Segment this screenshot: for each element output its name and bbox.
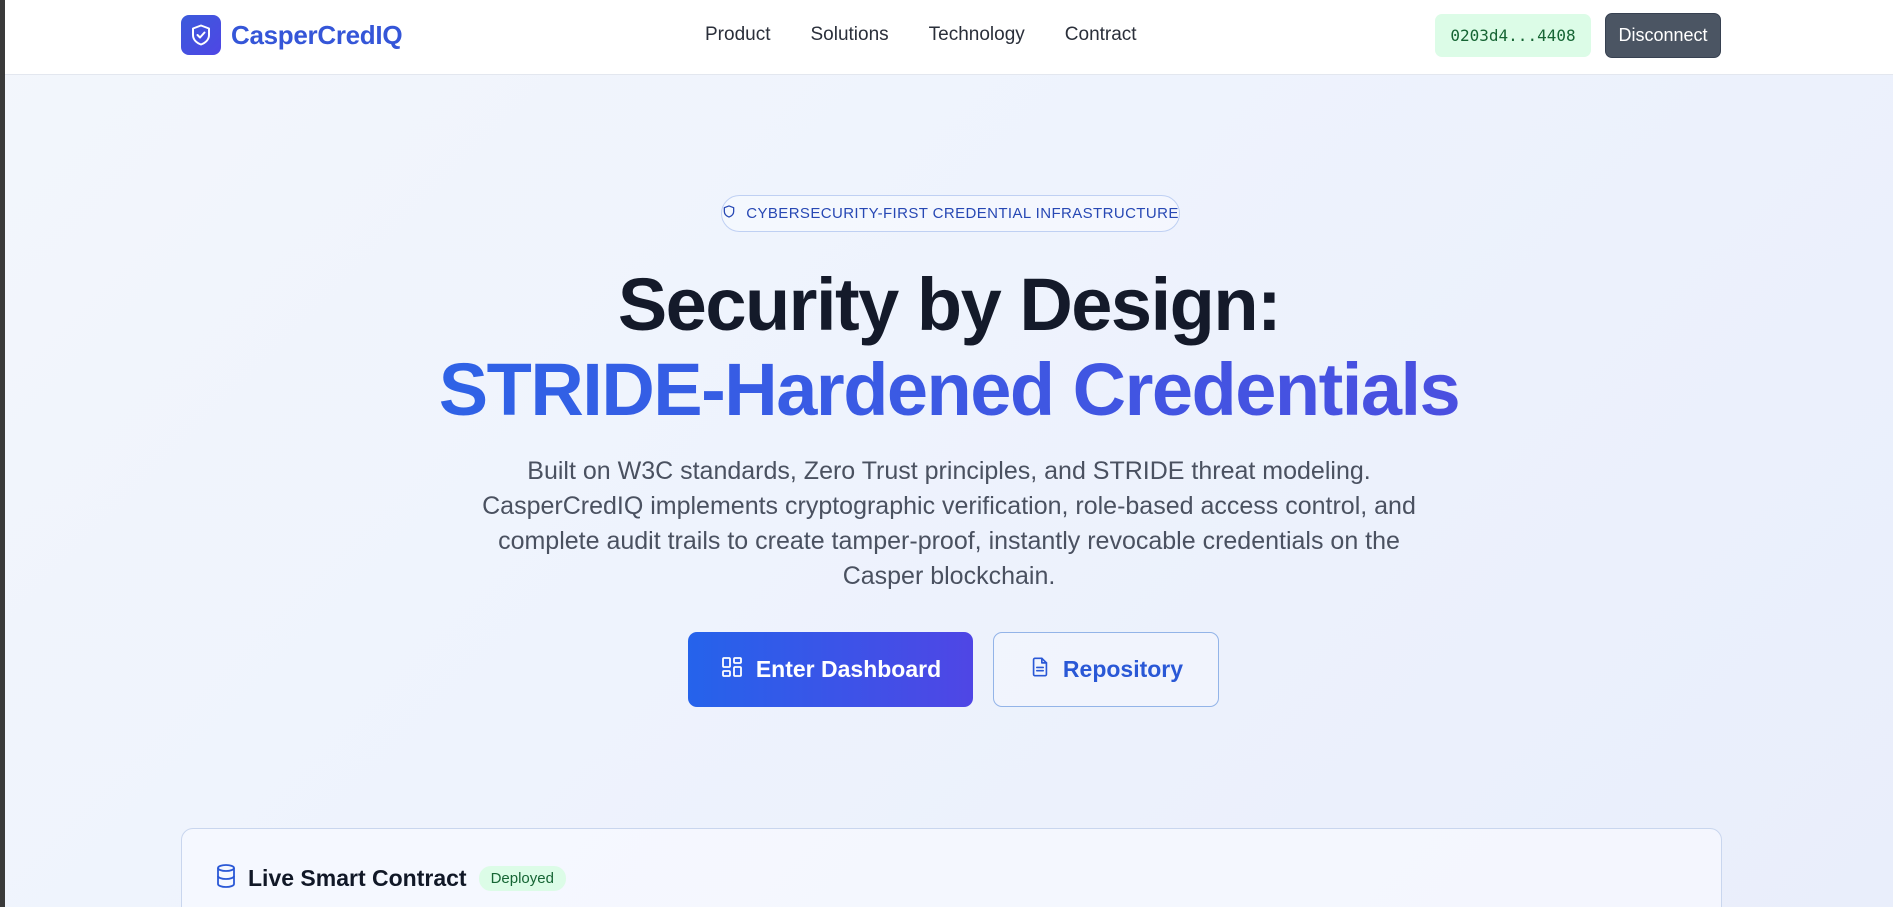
smart-contract-card: Live Smart Contract Deployed: [181, 828, 1722, 907]
document-icon: [1029, 655, 1051, 685]
grid-icon: [720, 655, 744, 685]
hero-badge-label: CYBERSECURITY-FIRST CREDENTIAL INFRASTRU…: [746, 205, 1179, 222]
hero-title-highlight: STRIDE-Hardened Credentials: [438, 348, 1461, 431]
nav-technology[interactable]: Technology: [929, 24, 1025, 46]
enter-dashboard-button[interactable]: Enter Dashboard: [688, 632, 973, 707]
repository-label: Repository: [1062, 656, 1184, 682]
enter-dashboard-label: Enter Dashboard: [755, 656, 942, 682]
smart-contract-card-header: Live Smart Contract Deployed: [214, 863, 566, 894]
hero-title-line2: STRIDE-Hardened Credentials: [5, 347, 1893, 433]
nav-contract[interactable]: Contract: [1065, 24, 1137, 46]
page: CasperCredIQ Product Solutions Technolog…: [5, 0, 1893, 907]
database-icon: [214, 863, 238, 894]
top-navbar: CasperCredIQ Product Solutions Technolog…: [5, 0, 1893, 75]
hero-title-line1: Security by Design:: [617, 263, 1282, 346]
wallet-address-badge[interactable]: 0203d4...4408: [1435, 14, 1591, 57]
status-badge: Deployed: [478, 866, 566, 891]
shield-icon: [722, 204, 736, 223]
repository-button[interactable]: Repository: [993, 632, 1219, 707]
smart-contract-title: Live Smart Contract: [248, 865, 467, 891]
nav-product[interactable]: Product: [705, 24, 770, 46]
nav-solutions[interactable]: Solutions: [810, 24, 888, 46]
hero-description: Built on W3C standards, Zero Trust princ…: [482, 457, 1416, 590]
hero-badge: CYBERSECURITY-FIRST CREDENTIAL INFRASTRU…: [721, 195, 1180, 232]
disconnect-button[interactable]: Disconnect: [1605, 13, 1721, 58]
main-nav: Product Solutions Technology Contract: [705, 24, 1137, 46]
brand-name: CasperCredIQ: [231, 19, 403, 50]
shield-check-icon: [181, 15, 221, 55]
brand-logo[interactable]: CasperCredIQ: [181, 15, 403, 55]
